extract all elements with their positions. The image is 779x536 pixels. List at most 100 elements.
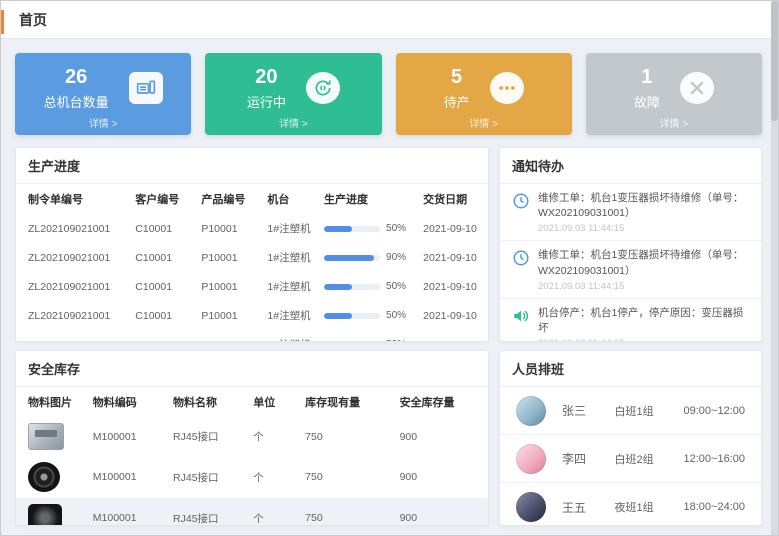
material-image-rj45	[28, 423, 64, 450]
col-customer: 客户编号	[129, 184, 195, 214]
stat-value-fault: 1	[634, 66, 660, 89]
detail-link-running[interactable]: 详情 >	[205, 115, 381, 130]
table-row: ZL202109021001 C10001 P10001 1#注塑机 50% 2…	[16, 330, 488, 342]
cell-image	[16, 417, 87, 456]
person-name: 王五	[562, 499, 615, 516]
schedule-row: 李四 白班2组 12:00~16:00	[500, 435, 761, 483]
stat-label-fault: 故障	[634, 92, 660, 111]
table-row: M100001 RJ45接口 个 750 900	[16, 456, 488, 498]
cell-progress: 50%	[318, 214, 417, 243]
stat-card-total-machines[interactable]: 26 总机台数量 详情 >	[15, 53, 191, 135]
material-image-speaker-round	[28, 462, 60, 492]
avatar	[516, 444, 546, 474]
stat-card-fault[interactable]: 1 故障 详情 >	[586, 53, 762, 135]
cell-name: RJ45接口	[167, 498, 247, 526]
detail-link-total[interactable]: 详情 >	[15, 115, 191, 130]
progress-label: 90%	[386, 252, 406, 263]
panels-grid: 生产进度 制令单编号 客户编号 产品编号 机台 生产进度 交货日期 ZL2021	[15, 147, 762, 526]
person-time: 18:00~24:00	[684, 501, 745, 513]
table-row: M100001 RJ45接口 个 750 900	[16, 417, 488, 456]
cell-customer: C10001	[129, 214, 195, 243]
cell-machine: 1#注塑机	[261, 301, 318, 330]
cell-progress: 90%	[318, 243, 417, 272]
avatar	[516, 396, 546, 426]
person-name: 李四	[562, 450, 615, 467]
cell-order: ZL202109021001	[16, 272, 129, 301]
col-name: 物料名称	[167, 387, 247, 417]
detail-link-fault[interactable]: 详情 >	[586, 115, 762, 130]
notification-text: 维修工单：机台1变压器损坏待维修（单号：WX202109031001）	[538, 191, 749, 221]
stat-value-total: 26	[44, 66, 109, 89]
safety-inventory-panel: 安全库存 物料图片 物料编码 物料名称 单位 库存现有量 安全库存量	[15, 350, 489, 526]
cell-safety: 900	[394, 417, 488, 456]
cell-order: ZL202109021001	[16, 330, 129, 342]
person-shift: 白班2组	[615, 451, 684, 467]
cell-unit: 个	[247, 498, 299, 526]
progress-label: 50%	[386, 281, 406, 292]
table-row: ZL202109021001 C10001 P10001 1#注塑机 90% 2…	[16, 243, 488, 272]
detail-link-waiting[interactable]: 详情 >	[396, 115, 572, 130]
stat-cards-row: 26 总机台数量 详情 > 20 运行中 详情 >	[15, 53, 762, 135]
personnel-schedule-panel: 人员排班 张三 白班1组 09:00~12:00 李四 白班2组 12:00~1…	[499, 350, 762, 526]
cell-unit: 个	[247, 456, 299, 498]
cell-stock: 750	[299, 456, 393, 498]
stat-card-running[interactable]: 20 运行中 详情 >	[205, 53, 381, 135]
cell-product: P10001	[195, 272, 261, 301]
stat-card-waiting[interactable]: 5 待产 详情 >	[396, 53, 572, 135]
cell-progress: 50%	[318, 330, 417, 342]
cell-progress: 50%	[318, 301, 417, 330]
cell-machine: 1#注塑机	[261, 272, 318, 301]
col-unit: 单位	[247, 387, 299, 417]
scrollbar-thumb[interactable]	[771, 1, 778, 121]
table-row: M100001 RJ45接口 个 750 900	[16, 498, 488, 526]
cell-date: 2021-09-10	[417, 301, 488, 330]
cell-product: P10001	[195, 330, 261, 342]
progress-bar	[324, 226, 380, 232]
progress-bar	[324, 313, 380, 319]
cell-machine: 1#注塑机	[261, 243, 318, 272]
progress-label: 50%	[386, 339, 406, 342]
cell-name: RJ45接口	[167, 456, 247, 498]
fault-icon	[680, 72, 714, 104]
clock-icon	[512, 192, 530, 210]
cell-safety: 900	[394, 456, 488, 498]
stat-label-running: 运行中	[247, 92, 286, 111]
notification-item[interactable]: 维修工单：机台1变压器损坏待维修（单号：WX202109031001） 2021…	[500, 241, 761, 298]
col-order: 制令单编号	[16, 184, 129, 214]
cell-date: 2021-09-10	[417, 214, 488, 243]
panel-title-production: 生产进度	[16, 148, 488, 184]
cell-progress: 50%	[318, 272, 417, 301]
cell-stock: 750	[299, 417, 393, 456]
scrollbar[interactable]	[771, 1, 778, 535]
cell-safety: 900	[394, 498, 488, 526]
table-header-row: 物料图片 物料编码 物料名称 单位 库存现有量 安全库存量	[16, 387, 488, 417]
table-row: ZL202109021001 C10001 P10001 1#注塑机 50% 2…	[16, 272, 488, 301]
col-stock: 库存现有量	[299, 387, 393, 417]
page-title: 首页	[19, 10, 47, 30]
waiting-icon	[490, 72, 524, 104]
cell-order: ZL202109021001	[16, 301, 129, 330]
person-shift: 夜班1组	[615, 499, 684, 515]
production-progress-panel: 生产进度 制令单编号 客户编号 产品编号 机台 生产进度 交货日期 ZL2021	[15, 147, 489, 342]
person-time: 09:00~12:00	[684, 405, 745, 417]
progress-label: 50%	[386, 310, 406, 321]
cell-name: RJ45接口	[167, 417, 247, 456]
notification-item[interactable]: 维修工单：机台1变压器损坏待维修（单号：WX202109031001） 2021…	[500, 184, 761, 241]
machine-icon	[129, 72, 163, 104]
cell-order: ZL202109021001	[16, 214, 129, 243]
cell-customer: C10001	[129, 330, 195, 342]
material-image-speaker	[28, 504, 62, 526]
col-date: 交货日期	[417, 184, 488, 214]
cell-code: M100001	[87, 417, 167, 456]
cell-product: P10001	[195, 214, 261, 243]
cell-order: ZL202109021001	[16, 243, 129, 272]
cell-machine: 1#注塑机	[261, 214, 318, 243]
edge-accent	[1, 10, 4, 34]
progress-label: 50%	[386, 223, 406, 234]
production-table: 制令单编号 客户编号 产品编号 机台 生产进度 交货日期 ZL202109021…	[16, 184, 488, 342]
panel-title-notifications: 通知待办	[500, 148, 761, 184]
cell-stock: 750	[299, 498, 393, 526]
notification-item[interactable]: 机台停产：机台1停产，停产原因：变压器损坏 2021.09.03 11:44:1…	[500, 299, 761, 342]
cell-customer: C10001	[129, 301, 195, 330]
col-product: 产品编号	[195, 184, 261, 214]
